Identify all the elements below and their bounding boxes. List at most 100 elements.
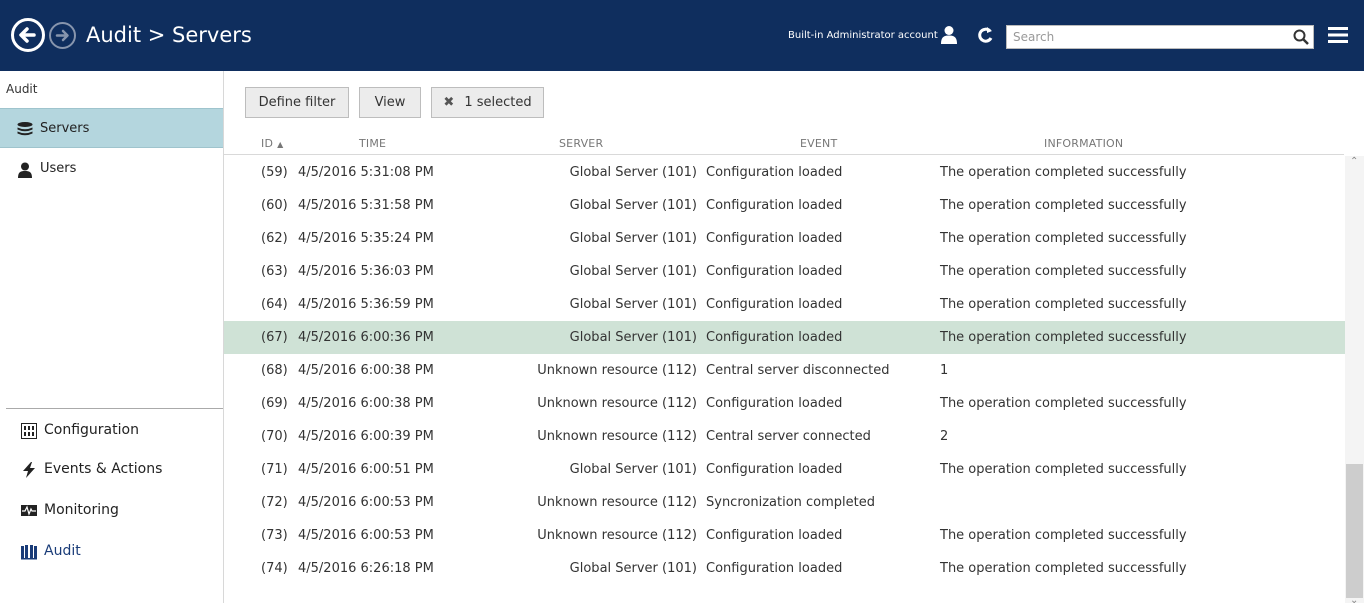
column-header-time[interactable]: TIME [359, 137, 386, 150]
back-arrow-icon[interactable] [11, 18, 45, 52]
sidebar-divider [6, 408, 223, 409]
cell-id: (67) [261, 330, 288, 345]
sidebar-item-label: Servers [40, 121, 90, 136]
column-header-event[interactable]: EVENT [800, 137, 837, 150]
top-header: Audit > Servers Built-in Administrator a… [0, 0, 1364, 71]
cell-time: 4/5/2016 6:00:38 PM [298, 363, 434, 378]
table-row[interactable]: (69) 4/5/2016 6:00:38 PM Unknown resource … [224, 387, 1345, 420]
clear-selection-button[interactable]: ✖ 1 selected [431, 87, 544, 118]
book-icon [21, 544, 37, 560]
cell-server: Unknown resource (112) [537, 429, 697, 444]
nav-audit[interactable]: Audit [0, 534, 223, 570]
table-row[interactable]: (67) 4/5/2016 6:00:36 PM Global Server (10… [224, 321, 1345, 354]
account-label[interactable]: Built-in Administrator account [788, 30, 938, 41]
sidebar-item-servers[interactable]: Servers [0, 108, 223, 148]
cell-id: (73) [261, 528, 288, 543]
table-row[interactable]: (60) 4/5/2016 5:31:58 PM Global Server (10… [224, 189, 1345, 222]
sidebar-item-label: Users [40, 161, 77, 176]
column-header-information[interactable]: INFORMATION [1044, 137, 1123, 150]
column-header-server[interactable]: SERVER [559, 137, 603, 150]
cell-id: (71) [261, 462, 288, 477]
table-row[interactable]: (68) 4/5/2016 6:00:38 PM Unknown resource … [224, 354, 1345, 387]
audit-table-body: (59) 4/5/2016 5:31:08 PM Global Server (10… [224, 156, 1345, 585]
cell-id: (60) [261, 198, 288, 213]
cell-server: Global Server (101) [569, 462, 697, 477]
cell-time: 4/5/2016 5:36:03 PM [298, 264, 434, 279]
cell-id: (59) [261, 165, 288, 180]
cell-information: The operation completed successfully [940, 330, 1187, 345]
cell-event: Central server disconnected [706, 363, 890, 378]
cell-server: Global Server (101) [569, 198, 697, 213]
cell-server: Global Server (101) [569, 264, 697, 279]
cell-server: Global Server (101) [569, 330, 697, 345]
cell-event: Configuration loaded [706, 264, 843, 279]
sort-ascending-icon: ▲ [277, 140, 284, 149]
cell-event: Syncronization completed [706, 495, 875, 510]
table-row[interactable]: (70) 4/5/2016 6:00:39 PM Unknown resource … [224, 420, 1345, 453]
cell-time: 4/5/2016 6:00:53 PM [298, 528, 434, 543]
sidebar: Audit Servers Users Configuration Events… [0, 71, 224, 603]
cell-id: (62) [261, 231, 288, 246]
nav-label: Audit [44, 543, 81, 559]
search-icon[interactable] [1293, 29, 1309, 45]
cell-event: Central server connected [706, 429, 871, 444]
cell-event: Configuration loaded [706, 165, 843, 180]
cell-id: (64) [261, 297, 288, 312]
table-row[interactable]: (62) 4/5/2016 5:35:24 PM Global Server (10… [224, 222, 1345, 255]
user-icon[interactable] [940, 25, 958, 45]
search-box[interactable] [1006, 25, 1314, 49]
cell-time: 4/5/2016 5:31:08 PM [298, 165, 434, 180]
cell-information: The operation completed successfully [940, 462, 1187, 477]
hamburger-menu-icon[interactable] [1328, 26, 1348, 44]
cell-information: The operation completed successfully [940, 165, 1187, 180]
cell-server: Unknown resource (112) [537, 396, 697, 411]
cell-event: Configuration loaded [706, 528, 843, 543]
table-row[interactable]: (72) 4/5/2016 6:00:53 PM Unknown resource … [224, 486, 1345, 519]
scroll-up-icon[interactable]: ⌃ [1350, 156, 1358, 167]
cell-server: Unknown resource (112) [537, 528, 697, 543]
cell-id: (63) [261, 264, 288, 279]
view-label: View [374, 95, 406, 110]
cell-id: (70) [261, 429, 288, 444]
view-button[interactable]: View [359, 87, 421, 118]
cell-information: The operation completed successfully [940, 561, 1187, 576]
cell-information: 1 [940, 363, 949, 378]
table-row[interactable]: (74) 4/5/2016 6:26:18 PM Global Server (10… [224, 552, 1345, 585]
sidebar-item-users[interactable]: Users [0, 149, 223, 189]
scroll-down-icon[interactable]: ⌄ [1350, 595, 1358, 606]
cell-server: Global Server (101) [569, 297, 697, 312]
cell-event: Configuration loaded [706, 198, 843, 213]
cell-time: 4/5/2016 5:36:59 PM [298, 297, 434, 312]
cell-information: The operation completed successfully [940, 231, 1187, 246]
forward-arrow-icon[interactable] [49, 22, 76, 49]
cell-information: The operation completed successfully [940, 264, 1187, 279]
cell-event: Configuration loaded [706, 330, 843, 345]
scroll-thumb[interactable] [1346, 464, 1363, 598]
nav-label: Monitoring [44, 502, 119, 518]
cell-time: 4/5/2016 5:31:58 PM [298, 198, 434, 213]
table-row[interactable]: (73) 4/5/2016 6:00:53 PM Unknown resource … [224, 519, 1345, 552]
table-row[interactable]: (64) 4/5/2016 5:36:59 PM Global Server (10… [224, 288, 1345, 321]
table-row[interactable]: (59) 4/5/2016 5:31:08 PM Global Server (10… [224, 156, 1345, 189]
column-header-id[interactable]: ID ▲ [261, 137, 283, 150]
vertical-scrollbar[interactable]: ⌃ ⌄ [1345, 156, 1364, 606]
define-filter-button[interactable]: Define filter [245, 87, 349, 118]
lightning-icon [21, 462, 37, 478]
cell-information: 2 [940, 429, 949, 444]
cell-information: The operation completed successfully [940, 198, 1187, 213]
table-row[interactable]: (63) 4/5/2016 5:36:03 PM Global Server (10… [224, 255, 1345, 288]
table-row[interactable]: (71) 4/5/2016 6:00:51 PM Global Server (10… [224, 453, 1345, 486]
cell-time: 4/5/2016 6:00:53 PM [298, 495, 434, 510]
nav-configuration[interactable]: Configuration [0, 413, 223, 449]
cell-time: 4/5/2016 6:00:38 PM [298, 396, 434, 411]
nav-events-actions[interactable]: Events & Actions [0, 452, 223, 488]
cell-event: Configuration loaded [706, 561, 843, 576]
cell-server: Global Server (101) [569, 561, 697, 576]
nav-monitoring[interactable]: Monitoring [0, 493, 223, 529]
search-input[interactable] [1007, 26, 1287, 48]
cell-event: Configuration loaded [706, 231, 843, 246]
monitoring-icon [21, 503, 37, 519]
cell-id: (72) [261, 495, 288, 510]
refresh-icon[interactable] [976, 25, 994, 45]
cell-time: 4/5/2016 6:00:51 PM [298, 462, 434, 477]
